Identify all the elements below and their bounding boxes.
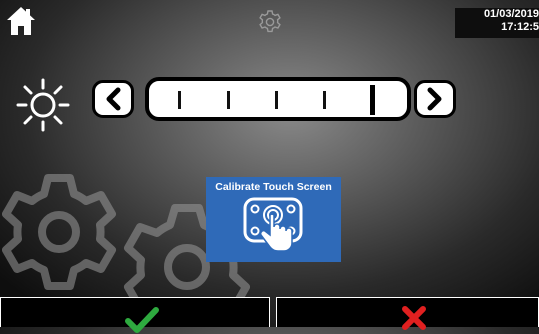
time-text: 17:12:5 [501, 21, 539, 33]
slider-tick [323, 91, 326, 109]
chevron-left-icon [106, 87, 121, 111]
calibrate-touch-screen-button[interactable]: Calibrate Touch Screen [206, 177, 341, 262]
sun-icon [16, 78, 70, 132]
brightness-slider[interactable] [145, 77, 411, 121]
brightness-increase-button[interactable] [414, 80, 456, 118]
date-time-display: 01/03/2019 17:12:5 [455, 8, 539, 38]
calibrate-touch-screen-label: Calibrate Touch Screen [215, 181, 332, 193]
touch-screen-icon [243, 197, 303, 252]
slider-tick [275, 91, 278, 109]
slider-tick [227, 91, 230, 109]
top-bar: 01/03/2019 17:12:5 [0, 0, 539, 44]
gear-icon[interactable] [257, 9, 283, 35]
chevron-right-icon [427, 87, 442, 111]
brightness-decrease-button[interactable] [92, 80, 134, 118]
home-icon[interactable] [4, 4, 38, 38]
confirm-button[interactable] [0, 297, 270, 333]
slider-tick [178, 91, 181, 109]
cross-icon [402, 306, 426, 330]
slider-tick-selected [370, 85, 375, 115]
checkmark-icon [125, 307, 159, 333]
date-text: 01/03/2019 [483, 8, 539, 20]
cancel-button[interactable] [276, 297, 539, 330]
